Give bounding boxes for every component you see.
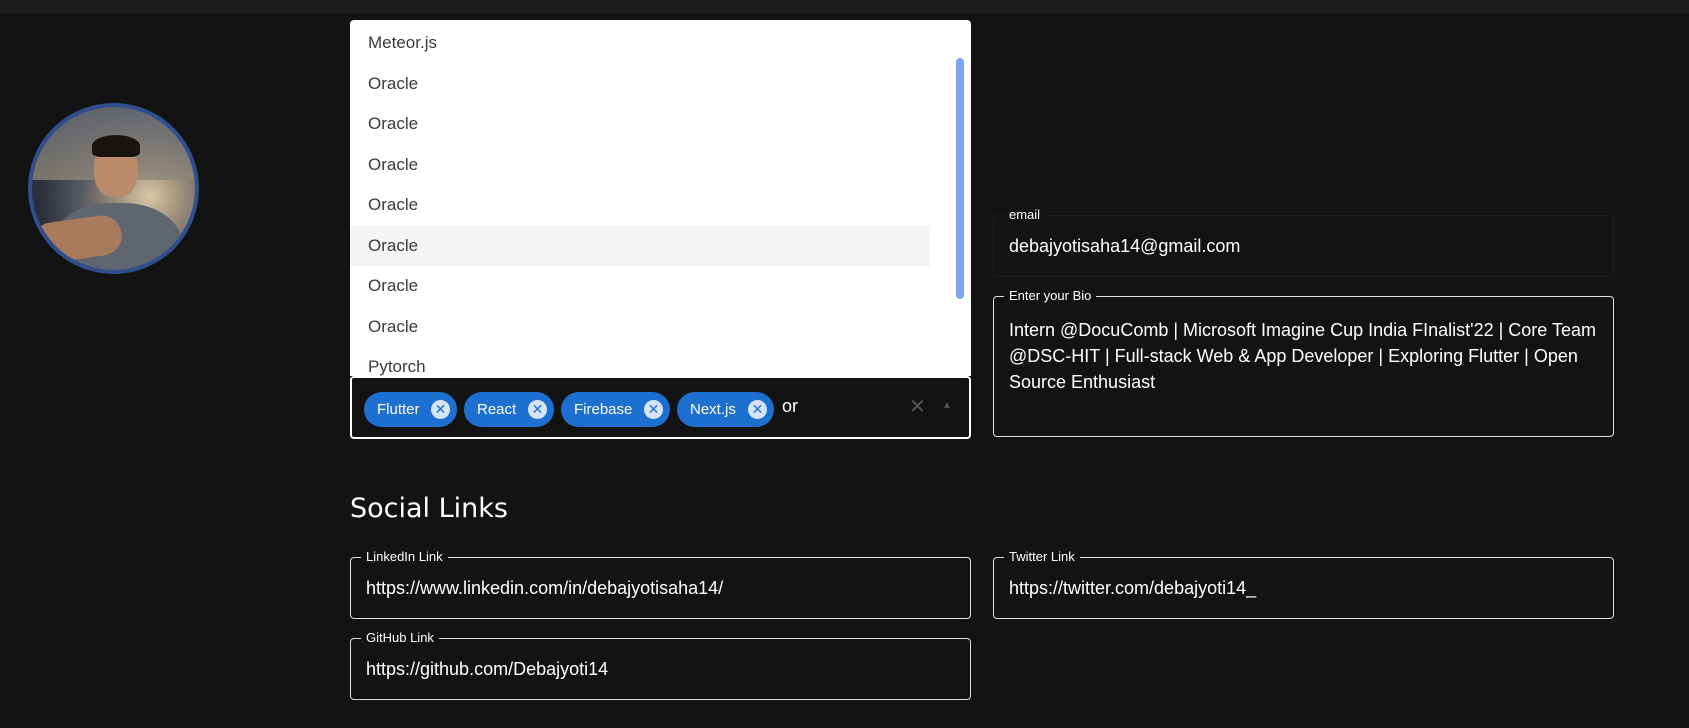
chip-remove-icon[interactable]: ✕: [528, 400, 547, 419]
chip-remove-icon[interactable]: ✕: [431, 400, 450, 419]
github-label: GitHub Link: [361, 630, 439, 646]
dropdown-option[interactable]: Oracle: [350, 64, 930, 105]
top-bar: [0, 0, 1689, 13]
social-links-heading: Social Links: [350, 493, 508, 524]
dropdown-scrollbar[interactable]: [956, 58, 964, 299]
linkedin-field[interactable]: LinkedIn Link https://www.linkedin.com/i…: [350, 549, 971, 619]
bio-label: Enter your Bio: [1004, 288, 1097, 304]
chip-label: Flutter: [377, 401, 420, 418]
chip-label: Next.js: [690, 401, 736, 418]
dropdown-option[interactable]: Oracle: [350, 266, 930, 307]
chip-remove-icon[interactable]: ✕: [748, 400, 767, 419]
dropdown-option[interactable]: Pytorch: [350, 347, 930, 376]
email-label: email: [1004, 207, 1046, 223]
dropdown-option[interactable]: Oracle: [350, 145, 930, 186]
twitter-field[interactable]: Twitter Link https://twitter.com/debajyo…: [993, 549, 1614, 619]
linkedin-label: LinkedIn Link: [361, 549, 448, 565]
dropdown-option[interactable]: Oracle: [350, 307, 930, 348]
profile-avatar[interactable]: [28, 103, 199, 274]
linkedin-input[interactable]: https://www.linkedin.com/in/debajyotisah…: [366, 578, 723, 599]
chip-label: React: [477, 401, 517, 418]
skill-chip-nextjs[interactable]: Next.js ✕: [677, 392, 774, 427]
skill-chip-firebase[interactable]: Firebase ✕: [561, 392, 670, 427]
twitter-label: Twitter Link: [1004, 549, 1080, 565]
email-value[interactable]: debajyotisaha14@gmail.com: [1009, 236, 1240, 257]
chevron-up-icon[interactable]: ▲: [942, 400, 952, 411]
twitter-input[interactable]: https://twitter.com/debajyoti14_: [1009, 578, 1256, 599]
chip-remove-icon[interactable]: ✕: [644, 400, 663, 419]
skill-chip-react[interactable]: React ✕: [464, 392, 554, 427]
github-input[interactable]: https://github.com/Debajyoti14: [366, 659, 608, 680]
email-field[interactable]: email debajyotisaha14@gmail.com: [993, 207, 1614, 277]
skills-autocomplete-field[interactable]: Flutter ✕ React ✕ Firebase ✕ Next.js ✕ o…: [350, 376, 971, 439]
dropdown-option[interactable]: Meteor.js: [350, 23, 930, 64]
chip-label: Firebase: [574, 401, 633, 418]
github-field[interactable]: GitHub Link https://github.com/Debajyoti…: [350, 630, 971, 700]
skill-chip-flutter[interactable]: Flutter ✕: [364, 392, 457, 427]
skills-dropdown-list[interactable]: Meteor.js Oracle Oracle Oracle Oracle Or…: [350, 20, 971, 376]
skills-input-text[interactable]: or: [782, 396, 798, 417]
clear-icon[interactable]: ✕: [909, 394, 926, 419]
dropdown-option[interactable]: Oracle: [350, 104, 930, 145]
bio-field[interactable]: Enter your Bio Intern @DocuComb | Micros…: [993, 288, 1614, 437]
dropdown-option-highlighted[interactable]: Oracle: [350, 225, 930, 266]
dropdown-option[interactable]: Oracle: [350, 185, 930, 226]
bio-textarea[interactable]: Intern @DocuComb | Microsoft Imagine Cup…: [1009, 317, 1599, 395]
